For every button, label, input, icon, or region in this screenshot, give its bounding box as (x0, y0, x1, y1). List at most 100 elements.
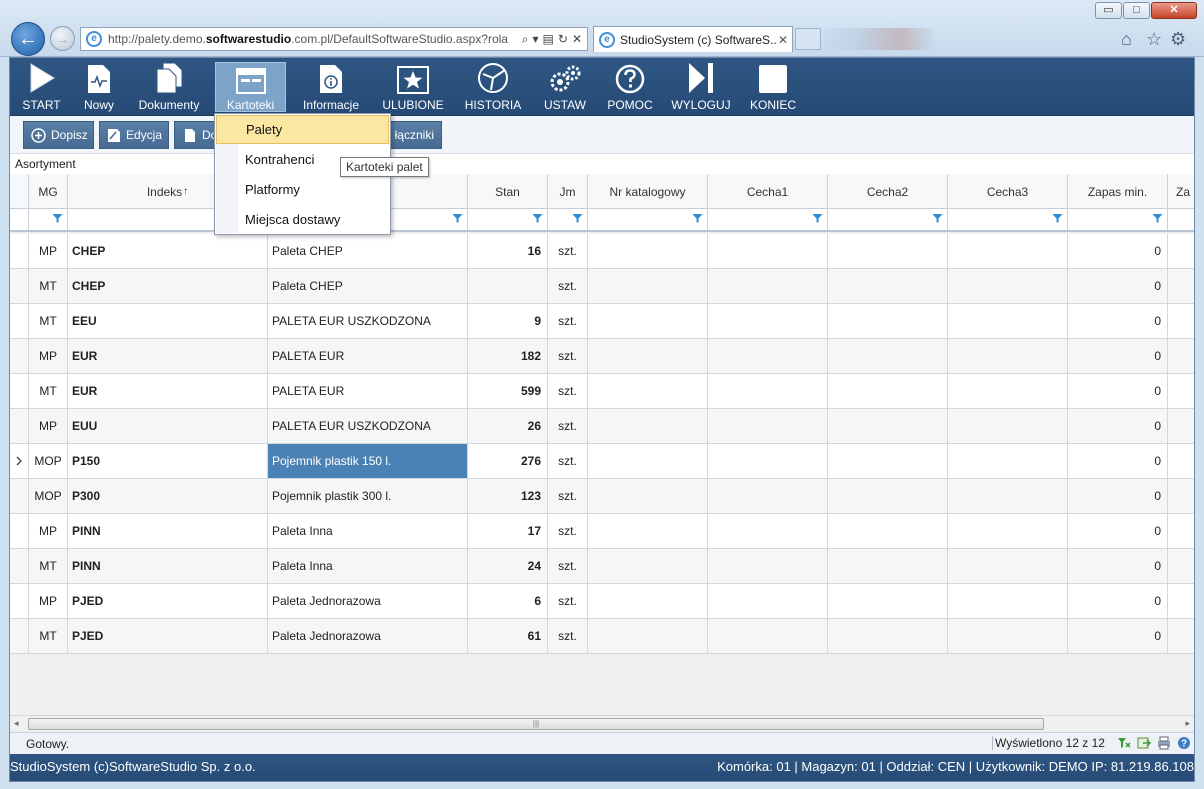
cell-jm[interactable]: szt. (548, 269, 588, 303)
cell-indeks[interactable]: PJED (68, 619, 268, 653)
cell-zapas-min[interactable]: 0 (1068, 619, 1168, 653)
column-header-cecha2[interactable]: Cecha2 (828, 174, 948, 209)
cell-cecha3[interactable] (948, 584, 1068, 618)
cell-nr-katalogowy[interactable] (588, 514, 708, 548)
cell-stan[interactable]: 6 (468, 584, 548, 618)
cell-mg[interactable]: MT (29, 304, 68, 338)
column-header-mg[interactable]: MG (29, 174, 68, 209)
cell-indeks[interactable]: EEU (68, 304, 268, 338)
cell-za[interactable] (1168, 304, 1194, 338)
cell-mg[interactable]: MT (29, 374, 68, 408)
filter-stan[interactable] (468, 209, 548, 230)
favorites-icon[interactable]: ☆ (1146, 29, 1162, 50)
minimize-button[interactable]: ▭ (1095, 2, 1122, 19)
cell-mg[interactable]: MP (29, 409, 68, 443)
cell-jm[interactable]: szt. (548, 374, 588, 408)
home-icon[interactable]: ⌂ (1121, 29, 1132, 50)
row-indicator[interactable] (10, 549, 29, 583)
filter-clear-icon[interactable] (1117, 736, 1131, 750)
back-button[interactable]: ← (11, 22, 45, 56)
cell-zapas-min[interactable]: 0 (1068, 409, 1168, 443)
cell-jm[interactable]: szt. (548, 619, 588, 653)
menu-item-platformy[interactable]: Platformy (216, 175, 389, 204)
cell-cecha2[interactable] (828, 304, 948, 338)
compat-view-icon[interactable]: ▤ (543, 32, 554, 47)
cell-nazwa[interactable]: Paleta Jednorazowa (268, 584, 468, 618)
cell-stan[interactable]: 16 (468, 234, 548, 268)
stop-icon[interactable]: ✕ (572, 32, 582, 47)
cell-zapas-min[interactable]: 0 (1068, 234, 1168, 268)
filter-nr-katalogowy[interactable] (588, 209, 708, 230)
cell-mg[interactable]: MOP (29, 444, 68, 478)
cell-jm[interactable]: szt. (548, 584, 588, 618)
search-icon[interactable]: ⌕ (522, 32, 529, 47)
kartoteki-button[interactable]: Kartoteki (215, 62, 286, 112)
maximize-button[interactable]: □ (1123, 2, 1150, 19)
table-row[interactable]: MP CHEP Paleta CHEP 16 szt. 0 (10, 234, 1194, 269)
column-header-zapas-min[interactable]: Zapas min. (1068, 174, 1168, 209)
cell-cecha1[interactable] (708, 549, 828, 583)
table-row[interactable]: MP PJED Paleta Jednorazowa 6 szt. 0 (10, 584, 1194, 619)
filter-funnel-icon[interactable] (1052, 213, 1063, 224)
cell-cecha1[interactable] (708, 584, 828, 618)
cell-za[interactable] (1168, 339, 1194, 373)
cell-za[interactable] (1168, 514, 1194, 548)
cell-mg[interactable]: MP (29, 514, 68, 548)
ustaw-button[interactable]: USTAW (540, 61, 590, 114)
address-bar[interactable]: e http://palety.demo.softwarestudio.com.… (80, 27, 588, 51)
cell-za[interactable] (1168, 479, 1194, 513)
row-indicator[interactable] (10, 304, 29, 338)
cell-stan[interactable]: 26 (468, 409, 548, 443)
cell-nazwa[interactable]: Paleta Inna (268, 549, 468, 583)
menu-item-miejsca-dostawy[interactable]: Miejsca dostawy (216, 205, 389, 234)
chevron-down-icon[interactable]: ▾ (533, 32, 539, 47)
cell-nr-katalogowy[interactable] (588, 234, 708, 268)
row-indicator[interactable] (10, 269, 29, 303)
cell-nr-katalogowy[interactable] (588, 374, 708, 408)
row-indicator[interactable] (10, 234, 29, 268)
cell-nazwa[interactable]: Pojemnik plastik 300 l. (268, 479, 468, 513)
cell-nr-katalogowy[interactable] (588, 444, 708, 478)
filter-cecha2[interactable] (828, 209, 948, 230)
table-row[interactable]: MT EEU PALETA EUR USZKODZONA 9 szt. 0 (10, 304, 1194, 339)
cell-indeks[interactable]: P300 (68, 479, 268, 513)
refresh-icon[interactable]: ↻ (558, 32, 568, 47)
filter-cecha1[interactable] (708, 209, 828, 230)
table-row[interactable]: MT PINN Paleta Inna 24 szt. 0 (10, 549, 1194, 584)
cell-stan[interactable]: 276 (468, 444, 548, 478)
filter-funnel-icon[interactable] (692, 213, 703, 224)
cell-indeks[interactable]: PINN (68, 549, 268, 583)
cell-cecha2[interactable] (828, 234, 948, 268)
cell-zapas-min[interactable]: 0 (1068, 479, 1168, 513)
cell-nazwa[interactable]: Paleta CHEP (268, 234, 468, 268)
column-header-jm[interactable]: Jm (548, 174, 588, 209)
cell-stan[interactable]: 24 (468, 549, 548, 583)
cell-cecha3[interactable] (948, 479, 1068, 513)
cell-cecha3[interactable] (948, 444, 1068, 478)
dokumenty-button[interactable]: Dokumenty (133, 61, 205, 114)
row-indicator[interactable] (10, 584, 29, 618)
cell-stan[interactable]: 182 (468, 339, 548, 373)
cell-mg[interactable]: MT (29, 619, 68, 653)
cell-stan[interactable]: 599 (468, 374, 548, 408)
cell-cecha2[interactable] (828, 479, 948, 513)
cell-cecha2[interactable] (828, 584, 948, 618)
export-icon[interactable] (1137, 736, 1151, 750)
cell-jm[interactable]: szt. (548, 234, 588, 268)
cell-cecha1[interactable] (708, 444, 828, 478)
cell-stan[interactable]: 123 (468, 479, 548, 513)
scroll-right-icon[interactable]: ▸ (1185, 718, 1190, 729)
table-row[interactable]: MT EUR PALETA EUR 599 szt. 0 (10, 374, 1194, 409)
cell-cecha3[interactable] (948, 374, 1068, 408)
cell-cecha3[interactable] (948, 549, 1068, 583)
cell-cecha1[interactable] (708, 409, 828, 443)
row-indicator[interactable] (10, 339, 29, 373)
menu-item-palety[interactable]: Palety (216, 115, 389, 144)
new-tab-button[interactable] (795, 28, 821, 50)
cell-cecha1[interactable] (708, 234, 828, 268)
cell-zapas-min[interactable]: 0 (1068, 549, 1168, 583)
cell-indeks[interactable]: P150 (68, 444, 268, 478)
cell-za[interactable] (1168, 374, 1194, 408)
filter-funnel-icon[interactable] (452, 213, 463, 224)
cell-indeks[interactable]: CHEP (68, 269, 268, 303)
